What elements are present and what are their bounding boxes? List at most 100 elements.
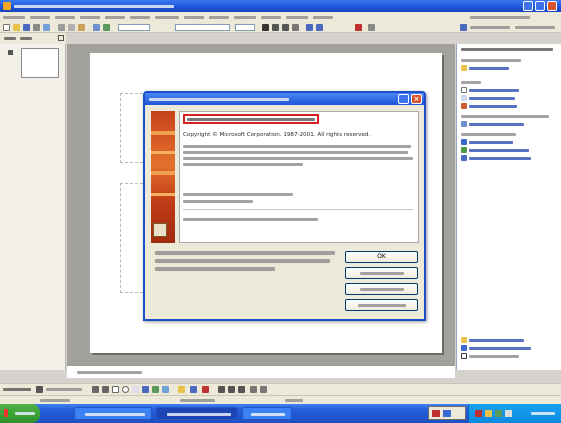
copy-icon[interactable] — [68, 24, 75, 31]
underline-icon[interactable] — [282, 24, 289, 31]
print-icon[interactable] — [33, 24, 40, 31]
zoom-combo[interactable] — [118, 24, 150, 31]
chart-icon[interactable] — [103, 24, 110, 31]
menu-item[interactable] — [155, 16, 179, 19]
tab-slides[interactable] — [20, 37, 32, 40]
menu-item[interactable] — [30, 16, 50, 19]
help-question-box[interactable] — [470, 16, 530, 19]
slide-thumbnail[interactable] — [21, 48, 59, 78]
task-pane-link[interactable] — [461, 154, 531, 162]
oval-icon[interactable] — [122, 386, 129, 393]
menu-item[interactable] — [3, 16, 25, 19]
font-name-combo[interactable] — [175, 24, 230, 31]
textbox-icon[interactable] — [132, 386, 139, 393]
table-icon[interactable] — [93, 24, 100, 31]
design-icon[interactable] — [368, 24, 375, 31]
ok-button[interactable]: OK — [345, 251, 418, 263]
font-color-icon[interactable] — [202, 386, 209, 393]
arrow-icon[interactable] — [102, 386, 109, 393]
taskbar-item[interactable] — [242, 407, 292, 420]
select-objects-icon[interactable] — [36, 386, 43, 393]
task-pane — [456, 44, 561, 370]
windows-logo-icon — [4, 409, 12, 417]
tray-icon[interactable] — [485, 410, 492, 417]
close-icon[interactable] — [547, 1, 557, 11]
open-folder-icon[interactable] — [13, 24, 20, 31]
license-text-line — [183, 157, 413, 160]
paste-icon[interactable] — [78, 24, 85, 31]
dash-style-icon[interactable] — [228, 386, 235, 393]
start-button[interactable] — [0, 404, 40, 423]
task-pane-link[interactable] — [461, 146, 529, 154]
task-pane-link[interactable] — [461, 120, 524, 128]
task-pane-link[interactable] — [461, 94, 515, 102]
design-button-label[interactable] — [470, 26, 510, 29]
banner-stripe — [151, 171, 175, 175]
taskbar-item[interactable] — [74, 407, 152, 420]
menu-item[interactable] — [184, 16, 204, 19]
task-pane-title — [461, 48, 553, 51]
task-pane-link[interactable] — [461, 102, 517, 110]
menu-item[interactable] — [105, 16, 125, 19]
shadow-icon[interactable] — [292, 24, 299, 31]
autoshapes-menu[interactable] — [46, 388, 82, 391]
minimize-icon[interactable] — [523, 1, 533, 11]
line-icon[interactable] — [92, 386, 99, 393]
wordart-icon[interactable] — [142, 386, 149, 393]
menu-item[interactable] — [286, 16, 308, 19]
tray-icon[interactable] — [495, 410, 502, 417]
align-left-icon[interactable] — [306, 24, 313, 31]
menu-item[interactable] — [80, 16, 100, 19]
new-file-icon[interactable] — [3, 24, 10, 31]
task-pane-link[interactable] — [461, 344, 531, 352]
menu-item[interactable] — [55, 16, 75, 19]
help-icon[interactable] — [398, 94, 409, 104]
new-slide-icon[interactable] — [460, 24, 467, 31]
arrow-style-icon[interactable] — [238, 386, 245, 393]
font-color-icon[interactable] — [355, 24, 362, 31]
save-icon[interactable] — [23, 24, 30, 31]
menu-item[interactable] — [209, 16, 229, 19]
fill-color-icon[interactable] — [178, 386, 185, 393]
rectangle-icon[interactable] — [112, 386, 119, 393]
language-bar[interactable] — [428, 406, 466, 420]
menu-item[interactable] — [130, 16, 150, 19]
3d-style-icon[interactable] — [260, 386, 267, 393]
task-pane-link[interactable] — [461, 138, 513, 146]
tray-icon[interactable] — [475, 410, 482, 417]
menu-item[interactable] — [261, 16, 281, 19]
close-pane-icon[interactable] — [58, 35, 64, 41]
licensed-to-name — [183, 200, 253, 203]
tech-support-button[interactable] — [345, 283, 418, 295]
app-title-bar[interactable] — [0, 0, 561, 12]
maximize-icon[interactable] — [535, 1, 545, 11]
line-style-icon[interactable] — [218, 386, 225, 393]
volume-icon[interactable] — [505, 410, 512, 417]
system-info-button[interactable] — [345, 267, 418, 279]
menu-item[interactable] — [234, 16, 256, 19]
italic-icon[interactable] — [272, 24, 279, 31]
menu-item[interactable] — [313, 16, 333, 19]
bold-icon[interactable] — [262, 24, 269, 31]
clipart-icon[interactable] — [152, 386, 159, 393]
task-pane-link[interactable] — [461, 64, 509, 72]
cut-icon[interactable] — [58, 24, 65, 31]
line-color-icon[interactable] — [190, 386, 197, 393]
tab-outline[interactable] — [4, 37, 16, 40]
preview-icon[interactable] — [43, 24, 50, 31]
taskbar-item[interactable] — [156, 407, 238, 420]
font-size-combo[interactable] — [235, 24, 255, 31]
notes-pane[interactable] — [67, 365, 455, 378]
draw-menu[interactable] — [3, 388, 31, 391]
picture-icon[interactable] — [162, 386, 169, 393]
align-center-icon[interactable] — [316, 24, 323, 31]
task-pane-link[interactable] — [461, 86, 519, 94]
task-pane-link[interactable] — [461, 336, 524, 344]
dialog-title-bar[interactable]: × — [145, 93, 424, 105]
task-pane-option[interactable] — [461, 352, 519, 360]
new-slide-button-label[interactable] — [515, 26, 555, 29]
start-label — [15, 412, 35, 415]
shadow-style-icon[interactable] — [250, 386, 257, 393]
disabled-items-button[interactable] — [345, 299, 418, 311]
close-icon[interactable]: × — [411, 94, 422, 104]
